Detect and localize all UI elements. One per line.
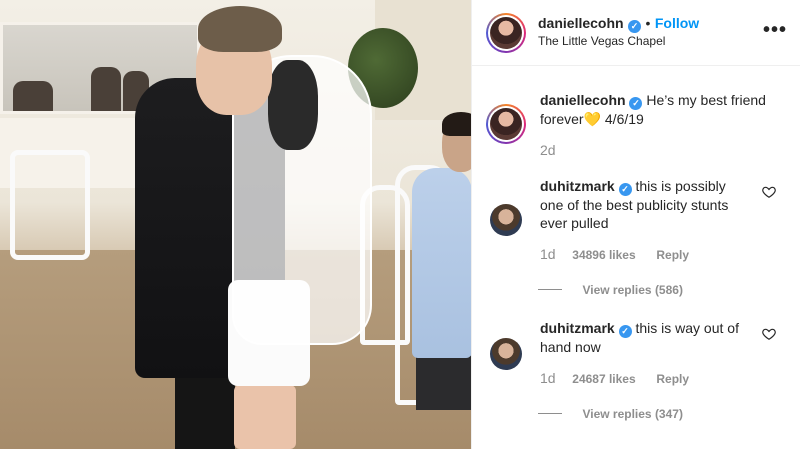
comment-timestamp[interactable]: 1d <box>540 246 556 262</box>
comment-text-line3: ever pulled <box>540 215 609 231</box>
header-user-row: daniellecohn ✓ • Follow <box>538 15 699 33</box>
comment-avatar[interactable] <box>490 204 522 236</box>
replies-divider-line <box>538 289 562 291</box>
separator-dot: • <box>645 15 651 31</box>
comment-meta: 1d 34896 likes Reply <box>540 246 689 262</box>
comment-text-line2: one of the best publicity stunts <box>540 197 729 213</box>
view-replies-row[interactable]: View replies (347) <box>538 405 683 423</box>
bride-hair <box>268 60 318 150</box>
reply-button[interactable]: Reply <box>656 248 689 262</box>
reply-button[interactable]: Reply <box>656 372 689 386</box>
verified-badge-icon: ✓ <box>618 325 632 338</box>
comment-username[interactable]: duhitzmark <box>540 178 615 194</box>
caption-text-line2: forever💛 4/6/19 <box>540 111 644 127</box>
comment: duhitzmark ✓ this is way out of hand now <box>540 319 765 356</box>
more-options-icon[interactable]: ••• <box>763 20 787 40</box>
comment-avatar[interactable] <box>490 338 522 370</box>
location-link[interactable]: The Little Vegas Chapel <box>538 34 665 48</box>
profile-avatar[interactable] <box>486 13 526 53</box>
bride-legs <box>234 385 296 449</box>
comment-text-line1: this is possibly <box>635 178 726 194</box>
post-photo[interactable] <box>0 0 471 449</box>
caption-avatar[interactable] <box>486 104 526 144</box>
guest-hair <box>442 112 471 136</box>
heart-outline-icon[interactable] <box>762 185 776 199</box>
chair <box>10 150 90 260</box>
comment-text-line2: hand now <box>540 339 601 355</box>
post-side-panel: daniellecohn ✓ • Follow The Little Vegas… <box>471 0 800 449</box>
post-header: daniellecohn ✓ • Follow The Little Vegas… <box>472 0 800 66</box>
caption-text-line1: He’s my best friend <box>646 92 766 108</box>
comment-meta: 1d 24687 likes Reply <box>540 370 689 386</box>
heart-outline-icon[interactable] <box>762 327 776 341</box>
view-replies-button[interactable]: View replies (586) <box>582 283 683 297</box>
caption-timestamp[interactable]: 2d <box>540 142 556 158</box>
comment-likes[interactable]: 34896 likes <box>572 248 635 262</box>
replies-divider-line <box>538 413 562 415</box>
follow-button[interactable]: Follow <box>655 15 699 31</box>
groom-hair <box>198 6 282 52</box>
view-replies-row[interactable]: View replies (586) <box>538 281 683 299</box>
verified-badge-icon: ✓ <box>628 20 642 33</box>
view-replies-button[interactable]: View replies (347) <box>582 407 683 421</box>
comment: duhitzmark ✓ this is possibly one of the… <box>540 177 765 232</box>
verified-badge-icon: ✓ <box>618 183 632 196</box>
header-username[interactable]: daniellecohn <box>538 15 624 31</box>
comment-timestamp[interactable]: 1d <box>540 370 556 386</box>
seated-guest <box>412 168 471 358</box>
caption: daniellecohn ✓ He’s my best friend forev… <box>540 91 790 128</box>
verified-badge-icon: ✓ <box>629 97 643 110</box>
comment-text-line1: this is way out of <box>635 320 739 336</box>
caption-username[interactable]: daniellecohn <box>540 92 626 108</box>
comment-username[interactable]: duhitzmark <box>540 320 615 336</box>
comment-likes[interactable]: 24687 likes <box>572 372 635 386</box>
